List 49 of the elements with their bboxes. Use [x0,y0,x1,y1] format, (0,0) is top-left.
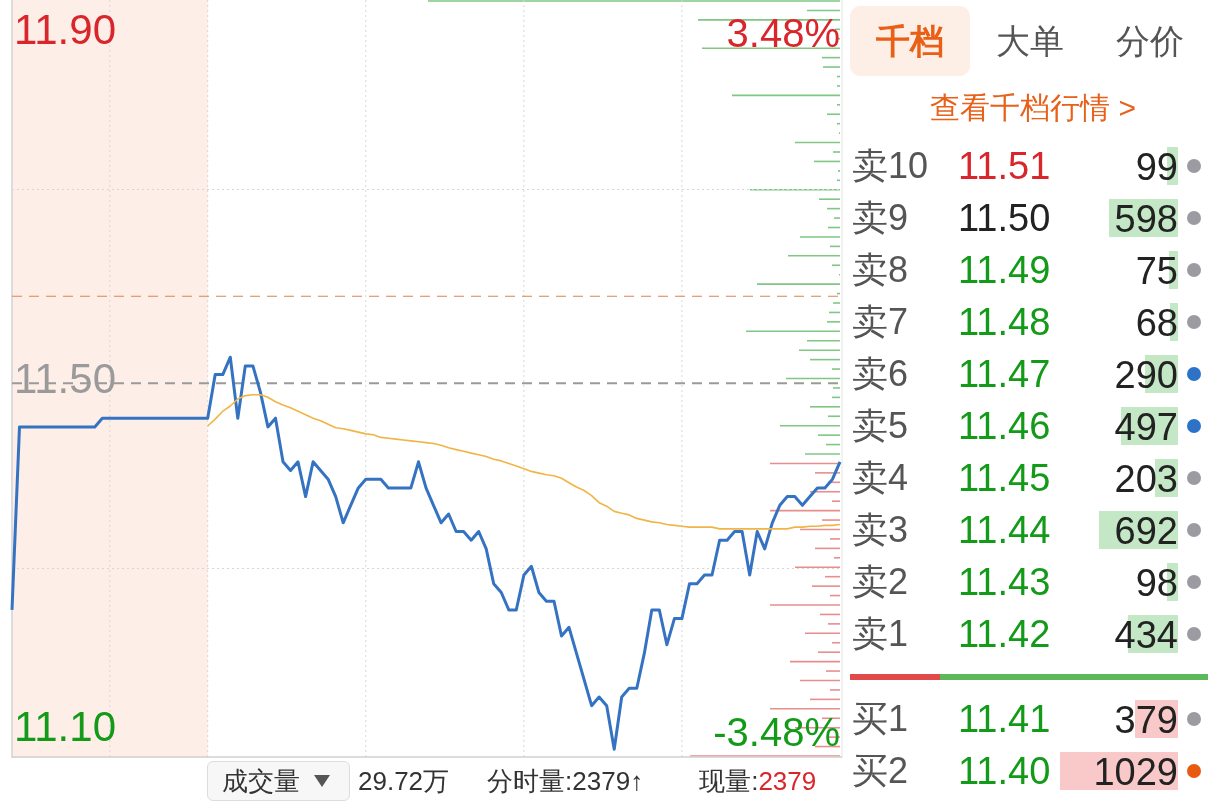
order-book-tab[interactable]: 大单 [970,6,1090,76]
order-price: 11.50 [958,199,1052,237]
order-level-label: 卖7 [852,304,910,340]
order-level-label: 卖5 [852,408,910,444]
indicator-dropdown[interactable]: 成交量 [207,761,350,801]
price-axis-label: 11.90 [14,9,116,52]
price-axis-label: 11.10 [14,706,116,749]
order-quantity: 379 [1114,700,1178,738]
order-price: 11.42 [958,615,1052,653]
caret-down-icon [314,775,330,787]
order-level-label: 买1 [852,701,910,737]
order-quantity: 434 [1114,615,1178,653]
order-price: 11.44 [958,511,1052,549]
order-level-label: 卖10 [852,148,930,184]
order-level-label: 卖8 [852,252,910,288]
current-volume-value: 2379 [758,768,817,794]
order-price: 11.41 [958,700,1052,738]
order-price: 11.46 [958,407,1052,445]
order-quantity: 68 [1135,303,1178,341]
order-price: 11.40 [958,752,1052,790]
price-axis-label: 11.50 [14,357,116,400]
order-level-label: 卖9 [852,200,910,236]
order-price: 11.47 [958,355,1052,393]
order-price: 11.49 [958,251,1052,289]
order-level-label: 卖3 [852,512,910,548]
order-quantity: 203 [1114,459,1178,497]
order-level-label: 卖4 [852,460,910,496]
order-quantity: 98 [1135,563,1178,601]
order-price: 11.48 [958,303,1052,341]
order-quantity: 99 [1135,147,1178,185]
order-level-label: 买2 [852,753,910,789]
order-level-label: 卖2 [852,564,910,600]
order-book-tab[interactable]: 分价 [1090,6,1210,76]
order-quantity: 692 [1099,511,1178,549]
order-quantity: 598 [1109,199,1178,237]
percent-axis-label: 3.48% [726,12,840,53]
order-price: 11.43 [958,563,1052,601]
order-level-label: 卖1 [852,616,910,652]
order-quantity: 290 [1114,355,1178,393]
current-volume-label: 现量: [699,768,759,794]
order-quantity: 1029 [1060,752,1178,790]
minute-volume: 分时量:2379↑ [487,768,644,794]
order-price: 11.45 [958,459,1052,497]
percent-axis-label: -3.48% [713,712,840,753]
order-quantity: 497 [1114,407,1178,445]
order-level-label: 卖6 [852,356,910,392]
order-price: 11.51 [958,147,1052,185]
total-volume: 29.72万 [358,768,450,794]
order-quantity: 75 [1135,251,1178,289]
